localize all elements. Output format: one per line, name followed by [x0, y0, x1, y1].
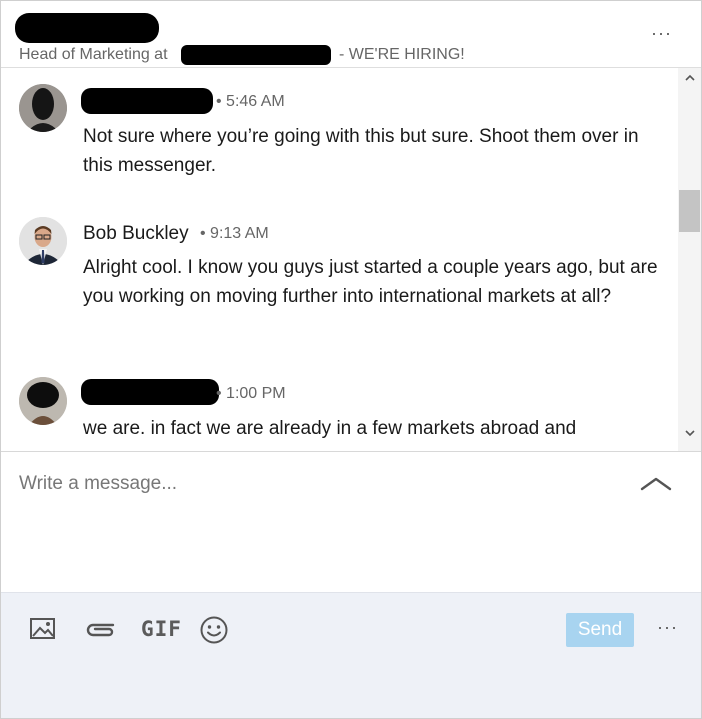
avatar[interactable] [19, 377, 67, 425]
message-text: we are. in fact we are already in a few … [83, 418, 577, 439]
message-timestamp: • 9:13 AM [200, 225, 269, 242]
message-timestamp: • 5:46 AM [216, 93, 285, 110]
message-author[interactable]: Bob Buckley [83, 223, 189, 245]
contact-headline-prefix: Head of Marketing at [19, 46, 168, 63]
gif-button[interactable]: GIF [141, 617, 182, 641]
message-text: Not sure where you’re going with this bu… [83, 126, 639, 176]
message-input[interactable] [19, 472, 619, 496]
avatar[interactable] [19, 217, 67, 265]
message-list-scrollbar[interactable] [678, 68, 701, 451]
send-button[interactable]: Send [566, 613, 634, 647]
image-attach-icon[interactable] [29, 615, 57, 643]
redacted-company-name [181, 45, 331, 65]
message-text: Alright cool. I know you guys just start… [83, 257, 658, 307]
message-timestamp: • 1:00 PM [216, 385, 286, 402]
message-composer [1, 451, 701, 592]
scroll-up-arrow-icon[interactable] [678, 72, 701, 92]
message-item: Bob Buckley • 9:13 AM Alright cool. I kn… [1, 213, 677, 363]
emoji-icon[interactable] [199, 615, 229, 644]
message-item: • 1:00 PM we are. in fact we are already… [1, 373, 677, 451]
messaging-window: Head of Marketing at - WE'RE HIRING! ···… [0, 0, 702, 719]
paperclip-attach-icon[interactable] [83, 615, 117, 643]
redacted-author-name [81, 88, 213, 114]
message-list: • 5:46 AM Not sure where you’re going wi… [1, 68, 677, 451]
redacted-contact-name [15, 13, 159, 43]
scroll-down-arrow-icon[interactable] [678, 427, 701, 447]
avatar[interactable] [19, 84, 67, 132]
conversation-header: Head of Marketing at - WE'RE HIRING! ··· [1, 1, 701, 68]
contact-headline-suffix: - WE'RE HIRING! [339, 46, 465, 63]
message-item: • 5:46 AM Not sure where you’re going wi… [1, 68, 677, 198]
header-more-options-button[interactable]: ··· [651, 23, 672, 44]
redacted-author-name [81, 379, 219, 405]
toolbar-more-options-button[interactable]: ··· [657, 617, 678, 638]
scrollbar-thumb[interactable] [679, 190, 700, 232]
expand-composer-chevron-up-icon[interactable] [639, 472, 673, 496]
composer-toolbar: GIF Send ··· [1, 592, 701, 718]
